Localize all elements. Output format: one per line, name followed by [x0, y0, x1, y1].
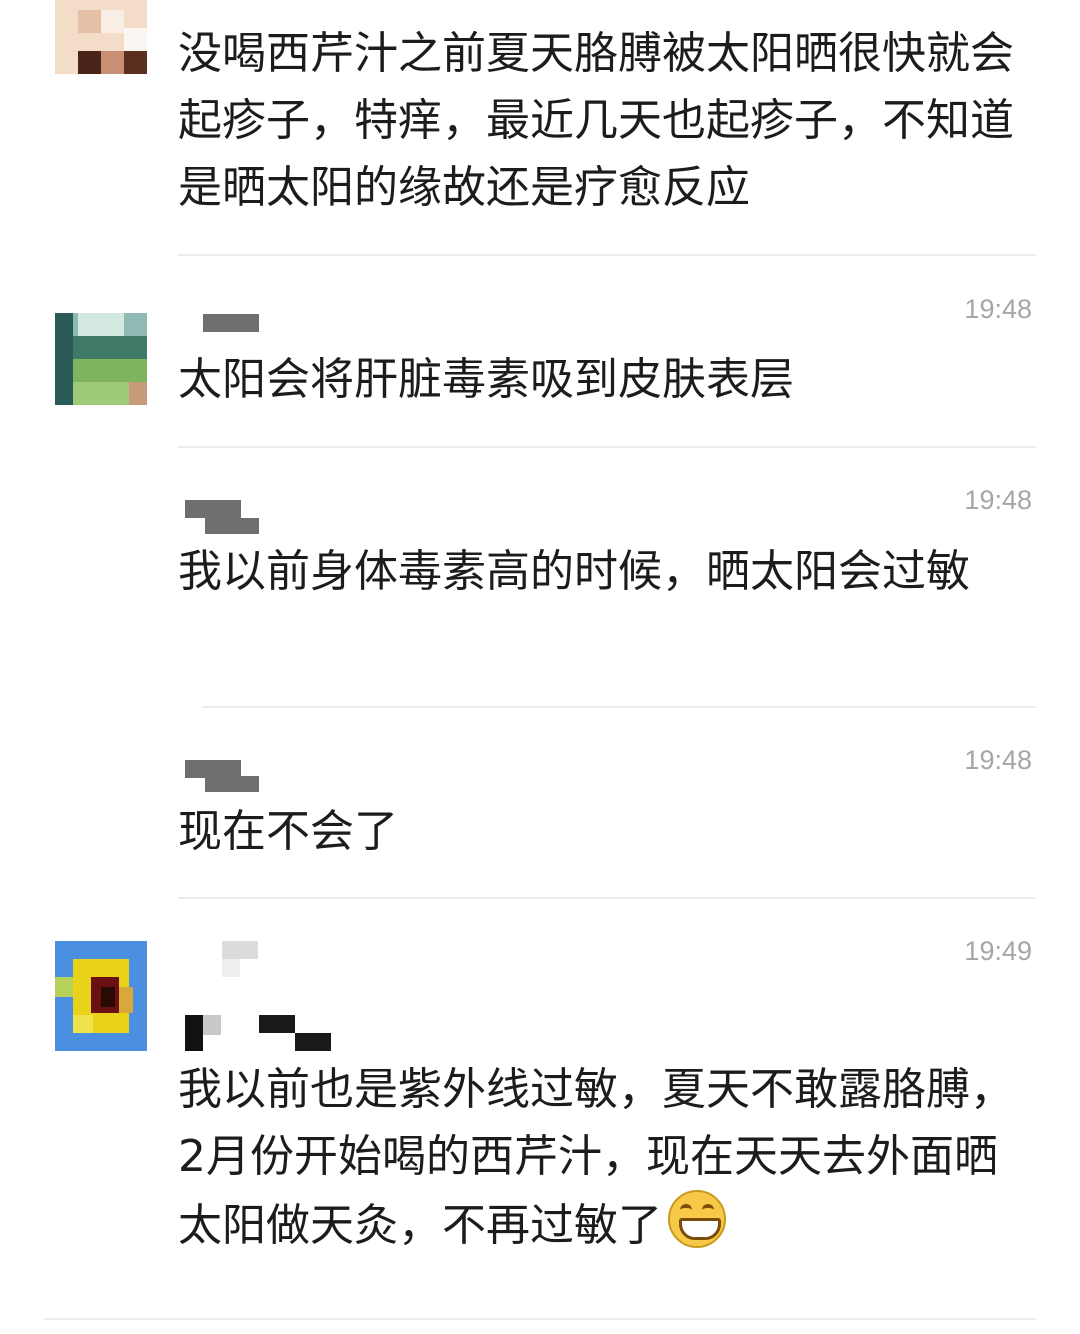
blurred-username: [205, 518, 259, 534]
divider: [178, 897, 1036, 899]
comment-text: 我以前身体毒素高的时候，晒太阳会过敏: [178, 546, 970, 597]
comment-time: 19:48: [964, 745, 1032, 775]
avatar[interactable]: [55, 941, 147, 1051]
avatar[interactable]: [55, 313, 147, 405]
comment-text: 没喝西芹汁之前夏天胳膊被太阳晒很快就会起疹子，特痒，最近几天也起疹子，不知道是晒…: [178, 28, 1014, 213]
blurred-username: [185, 500, 241, 518]
comment-time: 19:49: [964, 936, 1032, 966]
blurred-reply-target: [295, 1033, 331, 1051]
comment-text: 现在不会了: [178, 806, 398, 857]
comment-time: 19:48: [964, 485, 1032, 515]
grinning-face-icon: [668, 1190, 726, 1248]
blurred-username: [222, 941, 258, 959]
divider: [202, 706, 1036, 708]
comment-text: 我以前也是紫外线过敏，夏天不敢露胳膊，2月份开始喝的西芹汁，现在天天去外面晒太阳…: [178, 1056, 1028, 1259]
blurred-reply-target: [203, 1015, 221, 1035]
blurred-reply-target: [185, 1015, 203, 1051]
blurred-reply-target: [259, 1015, 295, 1033]
divider: [178, 446, 1036, 448]
divider: [44, 1318, 1036, 1320]
blurred-username: [222, 959, 240, 977]
blurred-username: [205, 776, 259, 792]
blurred-username: [203, 314, 259, 332]
comment-time: 19:48: [964, 294, 1032, 324]
divider: [178, 254, 1036, 256]
comment-text: 太阳会将肝脏毒素吸到皮肤表层: [178, 354, 794, 405]
comment-text-body: 我以前也是紫外线过敏，夏天不敢露胳膊，2月份开始喝的西芹汁，现在天天去外面晒太阳…: [178, 1064, 1014, 1251]
avatar[interactable]: [55, 0, 147, 74]
